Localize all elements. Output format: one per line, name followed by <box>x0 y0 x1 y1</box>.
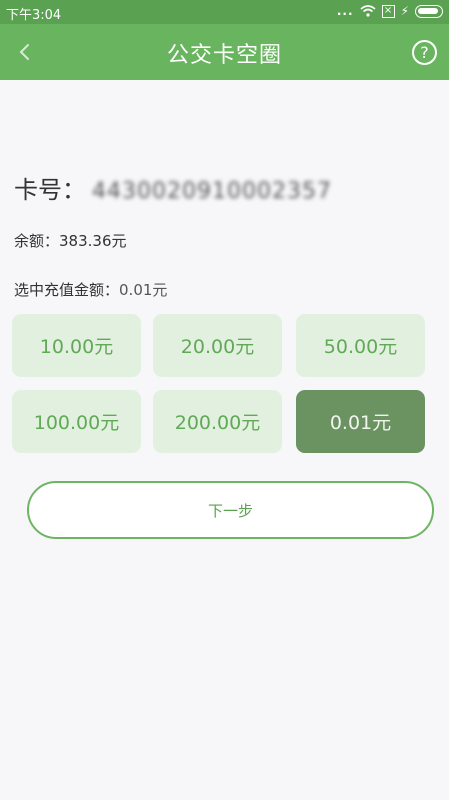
app-bar: 公交卡空圈 ? <box>0 24 449 80</box>
balance-row: 余额： 383.36元 <box>14 230 127 251</box>
amount-option-50[interactable]: 50.00元 <box>296 314 425 377</box>
status-icons: ... × ⚡ <box>337 4 443 18</box>
wifi-icon <box>360 5 376 17</box>
next-step-button[interactable]: 下一步 <box>27 481 434 539</box>
selected-amount-label: 选中充值金额： <box>14 281 120 299</box>
amount-option-10[interactable]: 10.00元 <box>12 314 141 377</box>
card-number-label: 卡号： <box>14 176 86 204</box>
balance-label: 余额： <box>14 232 60 250</box>
amount-option-20[interactable]: 20.00元 <box>153 314 282 377</box>
page-title: 公交卡空圈 <box>166 43 282 68</box>
amount-option-0-01[interactable]: 0.01元 <box>296 390 425 453</box>
status-time: 下午3:04 <box>6 8 62 23</box>
amount-option-200[interactable]: 200.00元 <box>153 390 282 453</box>
signal-dots: ... <box>336 4 354 18</box>
help-button[interactable]: ? <box>412 40 437 65</box>
card-number-row: 卡号： 4430020910002357 <box>14 170 332 205</box>
selected-amount-value: 0.01元 <box>119 281 168 299</box>
bolt-icon: ⚡ <box>400 4 409 18</box>
selected-amount-row: 选中充值金额： 0.01元 <box>14 279 167 300</box>
amount-option-100[interactable]: 100.00元 <box>12 390 141 453</box>
battery-icon <box>415 4 443 18</box>
card-number-value: 4430020910002357 <box>92 179 332 204</box>
balance-value: 383.36元 <box>59 232 127 250</box>
x-box-icon: × <box>381 4 395 18</box>
status-bar: 下午3:04 ... × ⚡ <box>0 0 449 24</box>
